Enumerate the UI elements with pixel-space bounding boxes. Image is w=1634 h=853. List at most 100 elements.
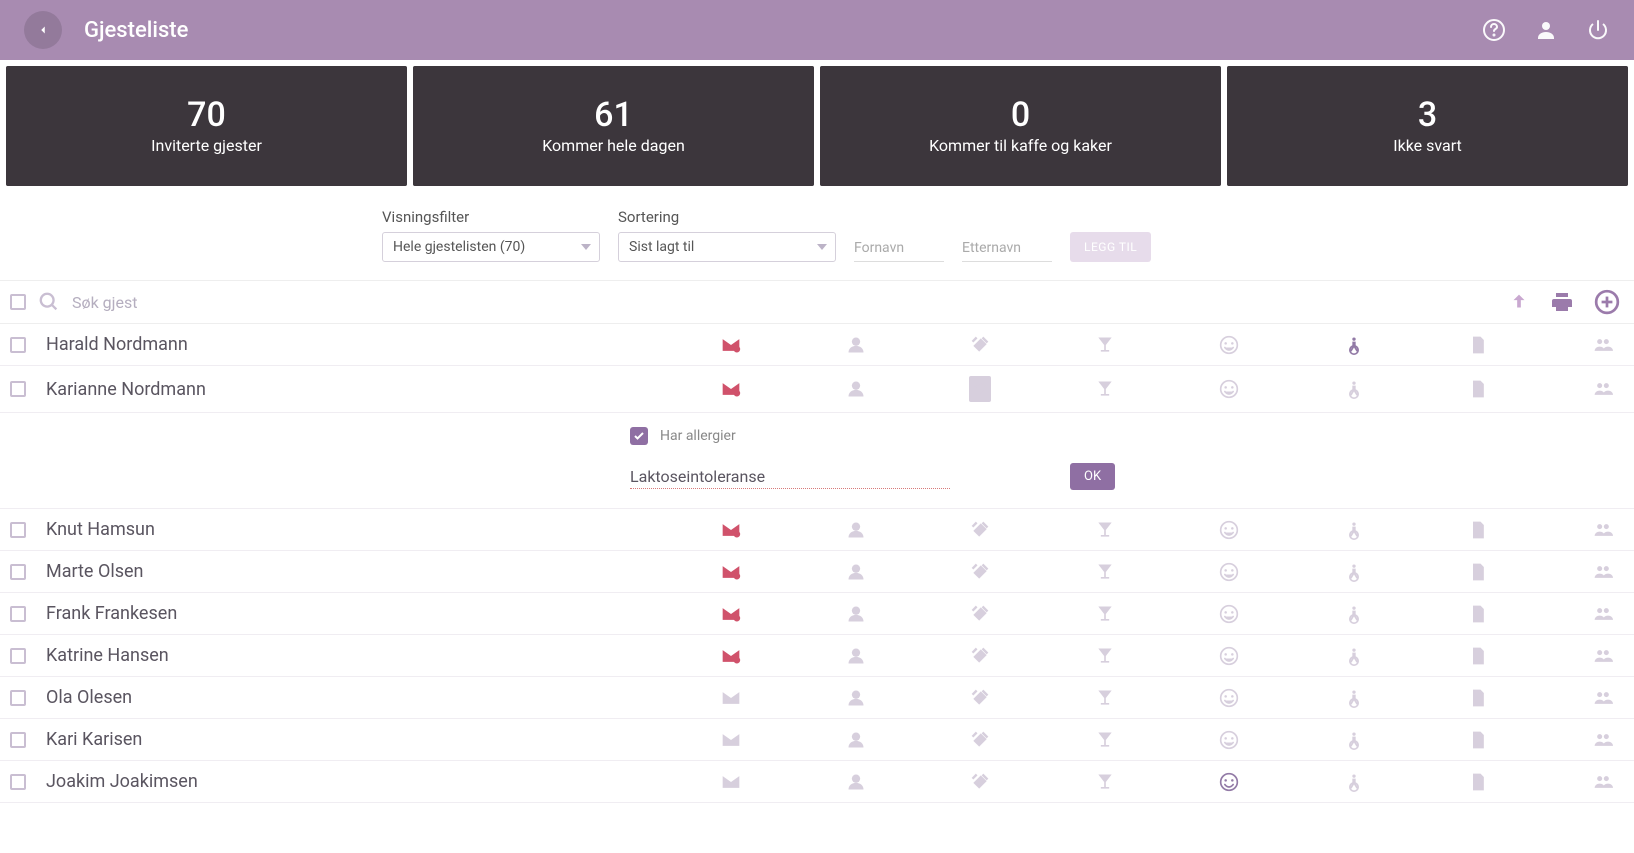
person-icon[interactable] bbox=[845, 604, 867, 624]
face-icon[interactable] bbox=[1218, 772, 1240, 792]
select-all-checkbox[interactable] bbox=[10, 294, 26, 310]
person-icon[interactable] bbox=[845, 379, 867, 399]
guest-checkbox[interactable] bbox=[10, 774, 26, 790]
drink-icon[interactable] bbox=[1094, 730, 1116, 750]
mail-icon[interactable] bbox=[720, 772, 742, 792]
accessibility-icon[interactable] bbox=[1343, 562, 1365, 582]
group-icon[interactable] bbox=[1592, 379, 1614, 399]
group-icon[interactable] bbox=[1592, 646, 1614, 666]
group-icon[interactable] bbox=[1592, 562, 1614, 582]
guest-checkbox[interactable] bbox=[10, 690, 26, 706]
person-icon[interactable] bbox=[845, 520, 867, 540]
note-icon[interactable] bbox=[1467, 688, 1489, 708]
stat-card-invited[interactable]: 70 Inviterte gjester bbox=[6, 66, 407, 186]
guest-name[interactable]: Joakim Joakimsen bbox=[38, 771, 708, 792]
drink-icon[interactable] bbox=[1094, 604, 1116, 624]
mail-icon[interactable] bbox=[720, 520, 742, 540]
drink-icon[interactable] bbox=[1094, 562, 1116, 582]
mail-icon[interactable] bbox=[720, 730, 742, 750]
guest-checkbox[interactable] bbox=[10, 606, 26, 622]
group-icon[interactable] bbox=[1592, 730, 1614, 750]
accessibility-icon[interactable] bbox=[1343, 604, 1365, 624]
stat-card-coffee[interactable]: 0 Kommer til kaffe og kaker bbox=[820, 66, 1221, 186]
guest-checkbox[interactable] bbox=[10, 337, 26, 353]
cutlery-icon[interactable] bbox=[969, 604, 991, 624]
allergy-input[interactable] bbox=[630, 465, 950, 489]
group-icon[interactable] bbox=[1592, 335, 1614, 355]
group-icon[interactable] bbox=[1592, 520, 1614, 540]
person-icon[interactable] bbox=[845, 646, 867, 666]
mail-icon[interactable] bbox=[720, 379, 742, 399]
drink-icon[interactable] bbox=[1094, 772, 1116, 792]
face-icon[interactable] bbox=[1218, 730, 1240, 750]
sort-select[interactable]: Sist lagt til bbox=[618, 232, 836, 262]
accessibility-icon[interactable] bbox=[1343, 646, 1365, 666]
drink-icon[interactable] bbox=[1094, 646, 1116, 666]
power-icon[interactable] bbox=[1586, 18, 1610, 42]
note-icon[interactable] bbox=[1467, 379, 1489, 399]
note-icon[interactable] bbox=[1467, 335, 1489, 355]
cutlery-icon[interactable] bbox=[969, 335, 991, 355]
cutlery-icon[interactable] bbox=[969, 646, 991, 666]
guest-name[interactable]: Kari Karisen bbox=[38, 729, 708, 750]
accessibility-icon[interactable] bbox=[1343, 688, 1365, 708]
has-allergies-checkbox[interactable] bbox=[630, 427, 648, 445]
guest-name[interactable]: Karianne Nordmann bbox=[38, 379, 708, 400]
note-icon[interactable] bbox=[1467, 562, 1489, 582]
cutlery-icon[interactable] bbox=[969, 376, 991, 402]
help-icon[interactable] bbox=[1482, 18, 1506, 42]
group-icon[interactable] bbox=[1592, 604, 1614, 624]
drink-icon[interactable] bbox=[1094, 335, 1116, 355]
drink-icon[interactable] bbox=[1094, 688, 1116, 708]
person-icon[interactable] bbox=[845, 772, 867, 792]
mail-icon[interactable] bbox=[720, 646, 742, 666]
user-icon[interactable] bbox=[1534, 18, 1558, 42]
add-icon[interactable] bbox=[1594, 289, 1620, 315]
lastname-input[interactable] bbox=[962, 234, 1052, 262]
face-icon[interactable] bbox=[1218, 379, 1240, 399]
cutlery-icon[interactable] bbox=[969, 730, 991, 750]
guest-name[interactable]: Knut Hamsun bbox=[38, 519, 708, 540]
accessibility-icon[interactable] bbox=[1343, 730, 1365, 750]
mail-icon[interactable] bbox=[720, 604, 742, 624]
ok-button[interactable]: OK bbox=[1070, 463, 1115, 490]
face-icon[interactable] bbox=[1218, 646, 1240, 666]
person-icon[interactable] bbox=[845, 730, 867, 750]
guest-checkbox[interactable] bbox=[10, 732, 26, 748]
face-icon[interactable] bbox=[1218, 562, 1240, 582]
mail-icon[interactable] bbox=[720, 562, 742, 582]
note-icon[interactable] bbox=[1467, 772, 1489, 792]
drink-icon[interactable] bbox=[1094, 379, 1116, 399]
face-icon[interactable] bbox=[1218, 520, 1240, 540]
firstname-input[interactable] bbox=[854, 234, 944, 262]
group-icon[interactable] bbox=[1592, 772, 1614, 792]
upload-icon[interactable] bbox=[1508, 291, 1530, 313]
person-icon[interactable] bbox=[845, 335, 867, 355]
person-icon[interactable] bbox=[845, 688, 867, 708]
back-button[interactable] bbox=[24, 11, 62, 49]
guest-name[interactable]: Ola Olesen bbox=[38, 687, 708, 708]
person-icon[interactable] bbox=[845, 562, 867, 582]
accessibility-icon[interactable] bbox=[1343, 772, 1365, 792]
guest-name[interactable]: Harald Nordmann bbox=[38, 334, 708, 355]
stat-card-full-day[interactable]: 61 Kommer hele dagen bbox=[413, 66, 814, 186]
cutlery-icon[interactable] bbox=[969, 772, 991, 792]
guest-name[interactable]: Katrine Hansen bbox=[38, 645, 708, 666]
cutlery-icon[interactable] bbox=[969, 688, 991, 708]
face-icon[interactable] bbox=[1218, 335, 1240, 355]
add-guest-button[interactable]: LEGG TIL bbox=[1070, 232, 1151, 262]
search-input[interactable] bbox=[72, 293, 1496, 312]
stat-card-no-reply[interactable]: 3 Ikke svart bbox=[1227, 66, 1628, 186]
guest-checkbox[interactable] bbox=[10, 564, 26, 580]
print-icon[interactable] bbox=[1550, 290, 1574, 314]
guest-checkbox[interactable] bbox=[10, 648, 26, 664]
accessibility-icon[interactable] bbox=[1343, 379, 1365, 399]
guest-name[interactable]: Frank Frankesen bbox=[38, 603, 708, 624]
note-icon[interactable] bbox=[1467, 520, 1489, 540]
face-icon[interactable] bbox=[1218, 604, 1240, 624]
guest-checkbox[interactable] bbox=[10, 522, 26, 538]
drink-icon[interactable] bbox=[1094, 520, 1116, 540]
accessibility-icon[interactable] bbox=[1343, 520, 1365, 540]
guest-checkbox[interactable] bbox=[10, 381, 26, 397]
mail-icon[interactable] bbox=[720, 335, 742, 355]
